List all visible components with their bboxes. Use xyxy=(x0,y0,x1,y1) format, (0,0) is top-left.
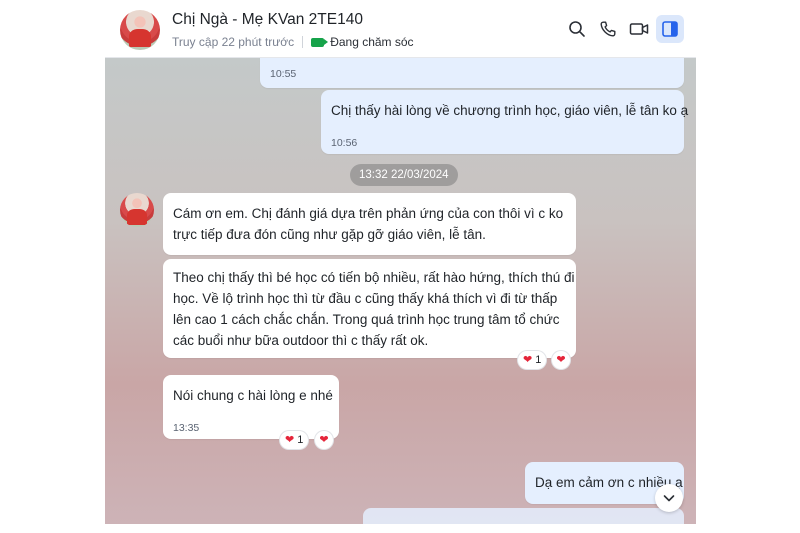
message-incoming[interactable]: Nói chung c hài lòng e nhé 13:35 xyxy=(163,375,339,439)
message-text: Theo chị thấy thì bé học có tiến bộ nhiề… xyxy=(173,267,575,351)
message-outgoing[interactable] xyxy=(363,508,684,524)
message-outgoing[interactable]: Chị thấy hài lòng về chương trình học, g… xyxy=(321,90,688,154)
reaction-badge[interactable]: ❤ 1 xyxy=(518,351,547,369)
phone-icon xyxy=(600,21,616,37)
scroll-to-bottom-button[interactable] xyxy=(655,484,683,512)
chat-header: Chị Ngà - Mẹ KVan 2TE140 Truy cập 22 phú… xyxy=(105,0,696,58)
add-reaction-button[interactable]: ❤ xyxy=(315,431,333,449)
tag-icon xyxy=(311,37,329,47)
message-incoming[interactable]: Cám ơn em. Chị đánh giá dựa trên phản ứn… xyxy=(163,193,576,255)
heart-icon: ❤ xyxy=(556,353,566,366)
chat-window: Chị Ngà - Mẹ KVan 2TE140 Truy cập 22 phú… xyxy=(105,0,696,524)
video-icon xyxy=(629,23,649,35)
message-text-line: trực tiếp đưa đón cũng như gặp gỡ giáo v… xyxy=(173,227,486,242)
message-outgoing[interactable]: 10:55 xyxy=(260,58,684,88)
message-text: Chị thấy hài lòng về chương trình học, g… xyxy=(331,103,689,118)
search-button[interactable] xyxy=(563,15,591,43)
message-text-line: học. Về lộ trình học thì từ đầu c cũng t… xyxy=(173,291,558,306)
message-text-line: Cám ơn em. Chị đánh giá dựa trên phản ứn… xyxy=(173,206,564,221)
message-time: 10:56 xyxy=(331,137,358,149)
message-text: Cám ơn em. Chị đánh giá dựa trên phản ứn… xyxy=(173,203,563,245)
message-time: 10:55 xyxy=(270,68,297,80)
message-text-line: các buổi như bữa outdoor thì c thấy rất … xyxy=(173,333,429,348)
call-button[interactable] xyxy=(594,15,622,43)
reaction-count: 1 xyxy=(535,354,542,366)
reaction-badge[interactable]: ❤ 1 xyxy=(280,431,309,449)
last-seen-text: Truy cập 22 phút trước xyxy=(172,35,295,49)
heart-icon: ❤ xyxy=(319,433,329,446)
toggle-info-panel-button[interactable] xyxy=(656,15,684,43)
search-icon xyxy=(569,21,585,37)
video-call-button[interactable] xyxy=(625,15,653,43)
message-list[interactable]: 10:55 Chị thấy hài lòng về chương trình … xyxy=(105,58,696,524)
heart-icon: ❤ xyxy=(285,433,295,446)
message-time: 13:35 xyxy=(173,422,200,434)
message-text-line: lên cao 1 cách chắc chắn. Trong quá trìn… xyxy=(173,312,560,327)
reaction-count: 1 xyxy=(297,434,304,446)
message-incoming[interactable]: Theo chị thấy thì bé học có tiến bộ nhiề… xyxy=(163,259,576,358)
contact-status-line: Truy cập 22 phút trước Đang chăm sóc xyxy=(172,35,414,49)
contact-name[interactable]: Chị Ngà - Mẹ KVan 2TE140 xyxy=(172,11,363,29)
divider xyxy=(302,36,304,48)
add-reaction-button[interactable]: ❤ xyxy=(552,351,570,369)
chevron-down-icon xyxy=(663,495,675,502)
message-text-line: Theo chị thấy thì bé học có tiến bộ nhiề… xyxy=(173,270,575,285)
sender-avatar[interactable] xyxy=(120,193,154,227)
contact-avatar[interactable] xyxy=(120,10,160,50)
heart-icon: ❤ xyxy=(523,353,533,366)
status-tag[interactable]: Đang chăm sóc xyxy=(330,35,413,49)
side-panel-icon xyxy=(662,21,678,37)
message-text: Nói chung c hài lòng e nhé xyxy=(173,388,333,403)
date-separator: 13:32 22/03/2024 xyxy=(350,164,458,186)
